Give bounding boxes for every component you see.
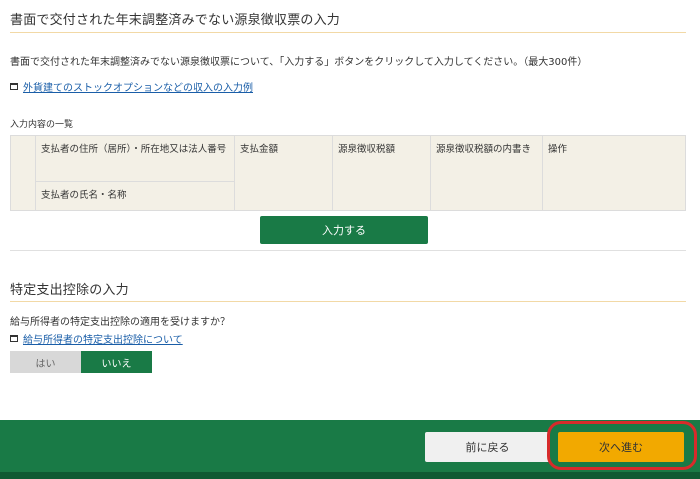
deduction-link-row[interactable]: 給与所得者の特定支出控除について [10, 331, 183, 346]
example-link-row[interactable]: 外貨建てのストックオプションなどの収入の入力例 [10, 79, 253, 94]
withholding-slip-table: 支払者の住所（居所）・所在地又は法人番号 支払金額 源泉徴収税額 源泉徴収税額の… [10, 135, 686, 211]
footer-bar: 前に戻る 次へ進む [0, 420, 700, 479]
table-row-marker-cell [10, 135, 36, 211]
instruction-text: 書面で交付された年末調整済みでない源泉徴収票について、「入力する」ボタンをクリッ… [10, 57, 588, 68]
stock-option-example-link[interactable]: 外貨建てのストックオプションなどの収入の入力例 [23, 79, 253, 94]
section-title-withholding-slip: 書面で交付された年末調整済みでない源泉徴収票の入力 [10, 13, 341, 28]
footer-bottom-strip [0, 472, 700, 479]
option-yes-button[interactable]: はい [10, 351, 81, 373]
col-header-payer-name: 支払者の氏名・名称 [35, 181, 235, 211]
input-button[interactable]: 入力する [260, 216, 428, 244]
back-button[interactable]: 前に戻る [425, 432, 550, 462]
section-title-specific-deduction: 特定支出控除の入力 [10, 283, 129, 298]
col-header-payer-address: 支払者の住所（居所）・所在地又は法人番号 [35, 135, 235, 182]
col-header-action: 操作 [542, 135, 686, 211]
col-header-tax: 源泉徴収税額 [332, 135, 431, 211]
new-window-icon [10, 335, 18, 342]
title-divider [10, 301, 686, 302]
col-header-tax-breakdown: 源泉徴収税額の内書き [430, 135, 543, 211]
section-divider [10, 250, 686, 251]
option-no-button[interactable]: いいえ [81, 351, 152, 373]
specific-deduction-info-link[interactable]: 給与所得者の特定支出控除について [23, 331, 183, 346]
col-header-amount: 支払金額 [234, 135, 333, 211]
new-window-icon [10, 83, 18, 90]
list-label: 入力内容の一覧 [10, 120, 74, 130]
title-divider [10, 32, 686, 33]
deduction-question: 給与所得者の特定支出控除の適用を受けますか？ [10, 317, 230, 328]
next-button[interactable]: 次へ進む [558, 432, 684, 462]
